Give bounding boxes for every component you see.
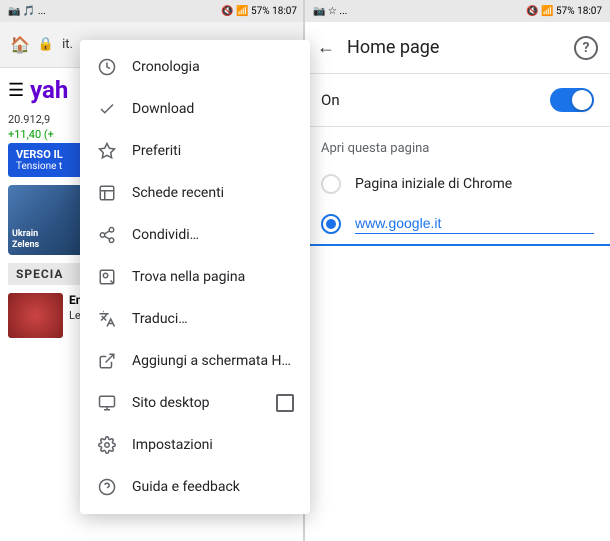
settings-content: On Apri questa pagina Pagina iniziale di… bbox=[305, 74, 610, 246]
menu-item-impostazioni[interactable]: Impostazioni bbox=[80, 424, 310, 466]
radio-option-google[interactable] bbox=[305, 204, 610, 246]
menu-item-schede-recenti[interactable]: Schede recenti bbox=[80, 172, 310, 214]
back-button[interactable]: ← bbox=[317, 37, 335, 58]
impostazioni-label: Impostazioni bbox=[132, 437, 294, 453]
menu-item-aggiungi[interactable]: Aggiungi a schermata H… bbox=[80, 340, 310, 382]
toggle-thumb bbox=[572, 90, 592, 110]
sito-desktop-icon bbox=[96, 392, 118, 414]
schede-recenti-label: Schede recenti bbox=[132, 185, 294, 201]
preferiti-label: Preferiti bbox=[132, 143, 294, 159]
toggle-label: On bbox=[321, 91, 340, 109]
traduci-label: Traduci… bbox=[132, 311, 294, 327]
settings-panel: 📷 ☆ ... 🔇 📶 57% 18:07 ← Home page ? On A… bbox=[305, 0, 610, 541]
settings-toolbar: ← Home page ? bbox=[305, 22, 610, 74]
radio-option-chrome[interactable]: Pagina iniziale di Chrome bbox=[305, 164, 610, 204]
menu-item-traduci[interactable]: Traduci… bbox=[80, 298, 310, 340]
menu-item-download[interactable]: Download bbox=[80, 88, 310, 130]
guida-label: Guida e feedback bbox=[132, 479, 294, 495]
right-status-bar: 📷 ☆ ... 🔇 📶 57% 18:07 bbox=[305, 0, 610, 22]
menu-item-condividi[interactable]: Condividi… bbox=[80, 214, 310, 256]
toggle-switch[interactable] bbox=[550, 88, 594, 112]
traduci-icon bbox=[96, 308, 118, 330]
dropdown-menu: Cronologia Download Preferiti Schede recent… bbox=[80, 40, 310, 514]
settings-title: Home page bbox=[347, 37, 562, 58]
menu-item-cronologia[interactable]: Cronologia bbox=[80, 46, 310, 88]
radio-chrome-label: Pagina iniziale di Chrome bbox=[355, 176, 512, 192]
home-icon: 🏠 bbox=[10, 35, 30, 54]
aggiungi-label: Aggiungi a schermata H… bbox=[132, 353, 294, 369]
radio-google-inner bbox=[326, 219, 336, 229]
right-status-icons-right: 🔇 📶 57% 18:07 bbox=[526, 6, 602, 17]
menu-item-guida[interactable]: Guida e feedback bbox=[80, 466, 310, 508]
left-status-icons-right: 🔇 📶 57% 18:07 bbox=[221, 6, 297, 17]
left-status-bar: 📷 🎵 ... 🔇 📶 57% 18:07 bbox=[0, 0, 305, 22]
yahoo-logo: yah bbox=[30, 76, 68, 104]
radio-google[interactable] bbox=[321, 214, 341, 234]
schede-recenti-icon bbox=[96, 182, 118, 204]
left-status-icons-left: 📷 🎵 ... bbox=[8, 6, 46, 17]
right-status-icons-left: 📷 ☆ ... bbox=[313, 6, 347, 17]
help-button[interactable]: ? bbox=[574, 36, 598, 60]
aggiungi-icon bbox=[96, 350, 118, 372]
menu-item-sito-desktop[interactable]: Sito desktop bbox=[80, 382, 310, 424]
section-label: Apri questa pagina bbox=[305, 127, 610, 164]
preferiti-icon bbox=[96, 140, 118, 162]
guida-icon bbox=[96, 476, 118, 498]
menu-item-preferiti[interactable]: Preferiti bbox=[80, 130, 310, 172]
menu-item-trova-pagina[interactable]: Trova nella pagina bbox=[80, 256, 310, 298]
impostazioni-icon bbox=[96, 434, 118, 456]
trova-pagina-label: Trova nella pagina bbox=[132, 269, 294, 285]
trova-pagina-icon bbox=[96, 266, 118, 288]
download-label: Download bbox=[132, 101, 294, 117]
download-icon bbox=[96, 98, 118, 120]
condividi-label: Condividi… bbox=[132, 227, 294, 243]
cronologia-icon bbox=[96, 56, 118, 78]
corona-image bbox=[8, 293, 63, 338]
sito-desktop-checkbox[interactable] bbox=[276, 394, 294, 412]
lock-icon: 🔒 bbox=[38, 37, 54, 52]
toggle-row: On bbox=[305, 74, 610, 127]
url-input[interactable] bbox=[355, 215, 594, 234]
radio-chrome[interactable] bbox=[321, 174, 341, 194]
condividi-icon bbox=[96, 224, 118, 246]
cronologia-label: Cronologia bbox=[132, 59, 294, 75]
sito-desktop-label: Sito desktop bbox=[132, 395, 262, 411]
